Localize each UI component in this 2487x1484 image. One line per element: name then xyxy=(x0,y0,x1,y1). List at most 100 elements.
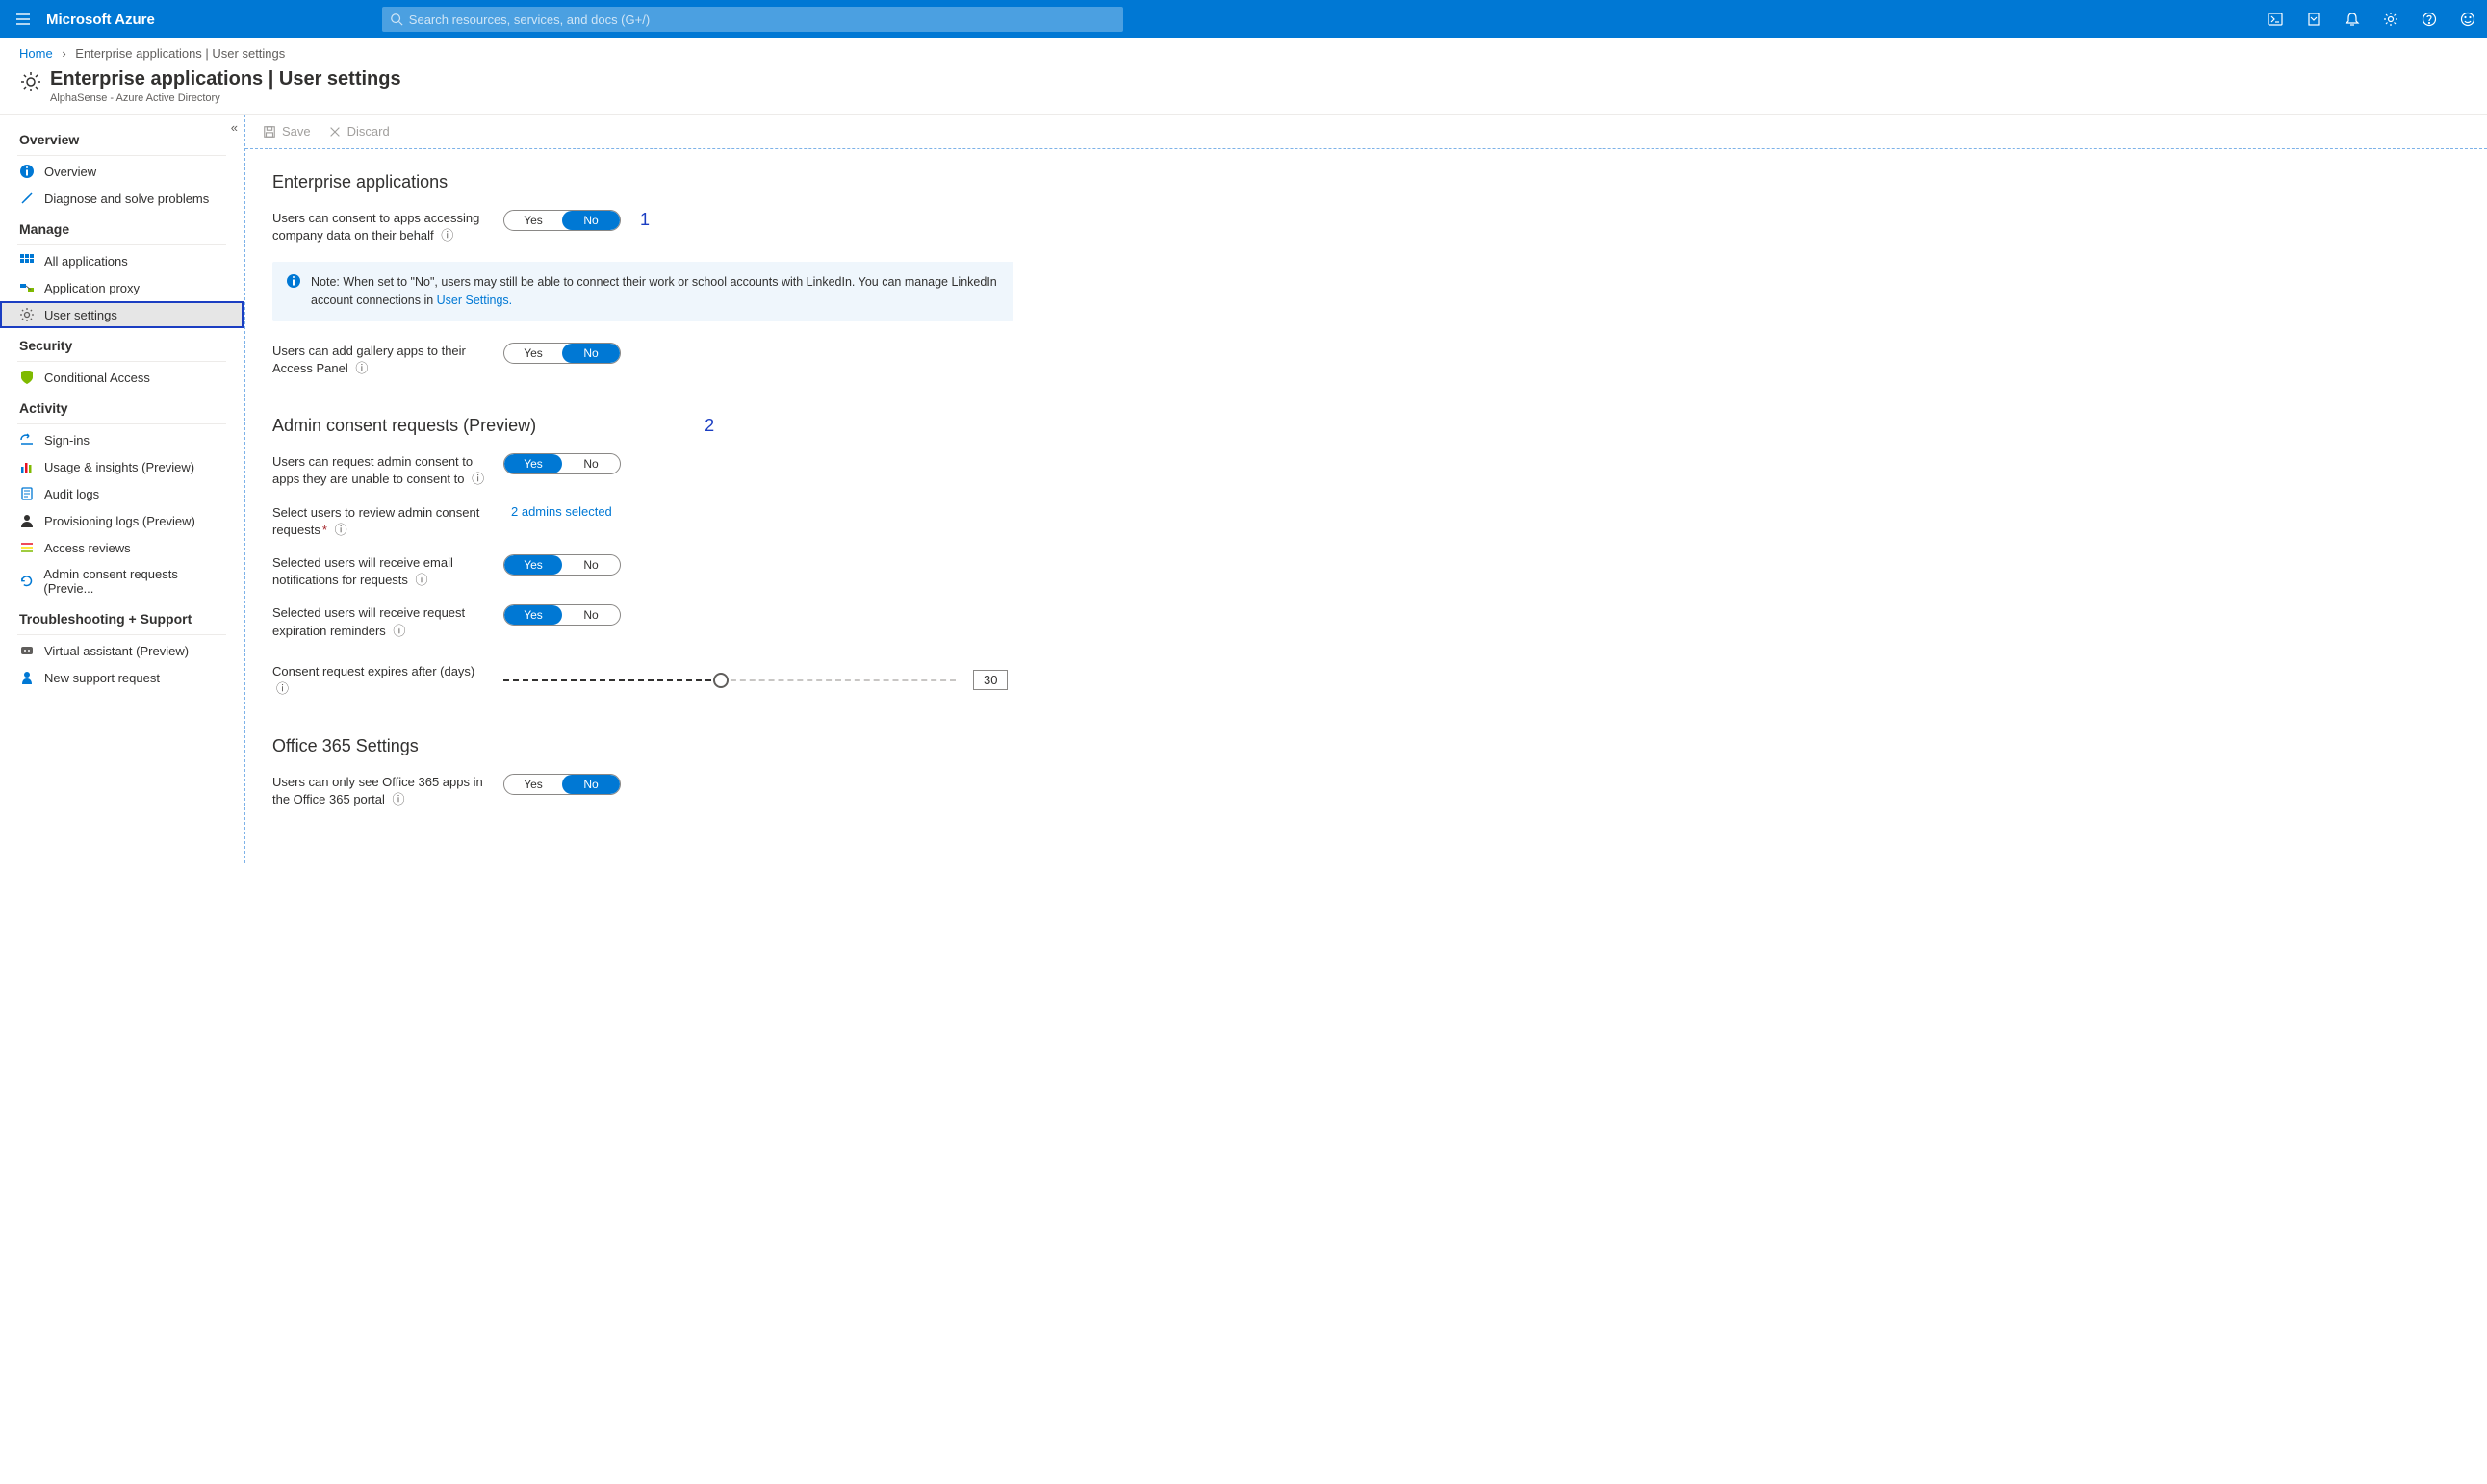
sidebar-section-overview: Overview xyxy=(0,122,244,153)
info-icon xyxy=(19,164,35,179)
toggle-no[interactable]: No xyxy=(562,211,620,230)
toggle-office-portal-only[interactable]: Yes No xyxy=(503,774,621,795)
sidebar-item-label: Audit logs xyxy=(44,487,99,501)
toggle-yes[interactable]: Yes xyxy=(504,605,562,625)
infobox-text: Note: When set to "No", users may still … xyxy=(311,275,997,307)
toggle-email-notifications[interactable]: Yes No xyxy=(503,554,621,576)
sidebar-section-security: Security xyxy=(0,328,244,359)
sidebar-item-usage-insights[interactable]: Usage & insights (Preview) xyxy=(0,453,244,480)
feedback-button[interactable] xyxy=(2449,0,2487,38)
toggle-users-consent[interactable]: Yes No xyxy=(503,210,621,231)
person-icon xyxy=(19,513,35,528)
global-search[interactable] xyxy=(382,7,1123,32)
gear-icon xyxy=(19,307,35,322)
toggle-no[interactable]: No xyxy=(562,775,620,794)
toggle-yes[interactable]: Yes xyxy=(504,344,562,363)
toggle-yes[interactable]: Yes xyxy=(504,555,562,575)
field-label: Users can add gallery apps to their Acce… xyxy=(272,343,503,377)
toggle-request-admin-consent[interactable]: Yes No xyxy=(503,453,621,474)
signin-icon xyxy=(19,432,35,448)
page-subtitle: AlphaSense - Azure Active Directory xyxy=(50,92,401,104)
info-icon[interactable]: ⓘ xyxy=(472,472,484,486)
info-icon[interactable]: ⓘ xyxy=(276,681,289,696)
info-icon[interactable]: ⓘ xyxy=(335,523,347,537)
info-icon[interactable]: ⓘ xyxy=(393,624,405,638)
save-label: Save xyxy=(282,124,311,139)
page-header: Enterprise applications | User settings … xyxy=(0,64,2487,115)
sidebar-item-virtual-assistant[interactable]: Virtual assistant (Preview) xyxy=(0,637,244,664)
close-icon xyxy=(328,125,342,139)
field-label: Users can only see Office 365 apps in th… xyxy=(272,774,503,808)
section-admin-consent: Admin consent requests (Preview) 2 xyxy=(272,416,1277,436)
directory-filter-button[interactable] xyxy=(2295,0,2333,38)
toggle-yes[interactable]: Yes xyxy=(504,775,562,794)
brand-label[interactable]: Microsoft Azure xyxy=(46,12,155,28)
toggle-no[interactable]: No xyxy=(562,605,620,625)
field-select-reviewers: Select users to review admin consent req… xyxy=(272,504,1277,539)
user-settings-link[interactable]: User Settings. xyxy=(437,294,513,307)
sidebar-item-access-reviews[interactable]: Access reviews xyxy=(0,534,244,561)
divider xyxy=(17,634,226,635)
info-icon[interactable]: ⓘ xyxy=(392,792,404,806)
save-button[interactable]: Save xyxy=(263,124,311,139)
info-icon[interactable]: ⓘ xyxy=(355,361,368,375)
sidebar-collapse-button[interactable]: « xyxy=(231,120,238,135)
slider-thumb[interactable] xyxy=(713,673,729,688)
breadcrumb-current: Enterprise applications | User settings xyxy=(75,46,285,61)
proxy-icon xyxy=(19,280,35,295)
toolbar: Save Discard xyxy=(245,115,2487,149)
sidebar-item-conditional-access[interactable]: Conditional Access xyxy=(0,364,244,391)
page-title: Enterprise applications | User settings xyxy=(50,68,401,90)
admins-selected-link[interactable]: 2 admins selected xyxy=(511,504,612,519)
slider-value[interactable]: 30 xyxy=(973,670,1008,690)
info-icon[interactable]: ⓘ xyxy=(441,228,453,243)
wrench-icon xyxy=(19,191,35,206)
notifications-button[interactable] xyxy=(2333,0,2372,38)
sidebar-item-provisioning-logs[interactable]: Provisioning logs (Preview) xyxy=(0,507,244,534)
search-input[interactable] xyxy=(409,13,1115,27)
sidebar-item-audit-logs[interactable]: Audit logs xyxy=(0,480,244,507)
toggle-gallery-apps[interactable]: Yes No xyxy=(503,343,621,364)
field-label: Selected users will receive request expi… xyxy=(272,604,503,639)
sidebar-section-troubleshooting: Troubleshooting + Support xyxy=(0,601,244,632)
toggle-expiration-reminders[interactable]: Yes No xyxy=(503,604,621,626)
sidebar-item-new-support-request[interactable]: New support request xyxy=(0,664,244,691)
gear-icon xyxy=(2383,12,2398,27)
sidebar-section-manage: Manage xyxy=(0,212,244,243)
info-icon[interactable]: ⓘ xyxy=(416,573,428,587)
toggle-no[interactable]: No xyxy=(562,344,620,363)
breadcrumb-home[interactable]: Home xyxy=(19,46,53,61)
sidebar-item-application-proxy[interactable]: Application proxy xyxy=(0,274,244,301)
settings-button[interactable] xyxy=(2372,0,2410,38)
grid-icon xyxy=(19,253,35,269)
sidebar-item-overview[interactable]: Overview xyxy=(0,158,244,185)
field-label: Selected users will receive email notifi… xyxy=(272,554,503,589)
sidebar-item-admin-consent-requests[interactable]: Admin consent requests (Previe... xyxy=(0,561,244,601)
discard-button[interactable]: Discard xyxy=(328,124,390,139)
field-expiration-reminders: Selected users will receive request expi… xyxy=(272,604,1277,639)
cloud-shell-icon xyxy=(2268,12,2283,27)
sidebar-item-label: Diagnose and solve problems xyxy=(44,192,209,206)
toggle-yes[interactable]: Yes xyxy=(504,454,562,473)
toggle-no[interactable]: No xyxy=(562,454,620,473)
field-expires-after-days: Consent request expires after (days) ⓘ 3… xyxy=(272,663,1277,698)
sidebar-item-diagnose[interactable]: Diagnose and solve problems xyxy=(0,185,244,212)
help-button[interactable] xyxy=(2410,0,2449,38)
divider xyxy=(17,423,226,424)
days-slider[interactable] xyxy=(503,679,956,681)
cloud-shell-button[interactable] xyxy=(2256,0,2295,38)
field-label: Users can request admin consent to apps … xyxy=(272,453,503,488)
hamburger-menu[interactable] xyxy=(0,12,46,27)
filter-icon xyxy=(2306,12,2321,27)
sidebar-item-label: Usage & insights (Preview) xyxy=(44,460,194,474)
sidebar-item-label: User settings xyxy=(44,308,117,322)
sidebar-item-label: Sign-ins xyxy=(44,433,90,448)
sidebar-item-sign-ins[interactable]: Sign-ins xyxy=(0,426,244,453)
sidebar-item-all-applications[interactable]: All applications xyxy=(0,247,244,274)
sidebar-item-user-settings[interactable]: User settings xyxy=(0,301,244,328)
field-email-notifications: Selected users will receive email notifi… xyxy=(272,554,1277,589)
field-users-consent: Users can consent to apps accessing comp… xyxy=(272,210,1277,244)
toggle-no[interactable]: No xyxy=(562,555,620,575)
toggle-yes[interactable]: Yes xyxy=(504,211,562,230)
field-gallery-apps: Users can add gallery apps to their Acce… xyxy=(272,343,1277,377)
